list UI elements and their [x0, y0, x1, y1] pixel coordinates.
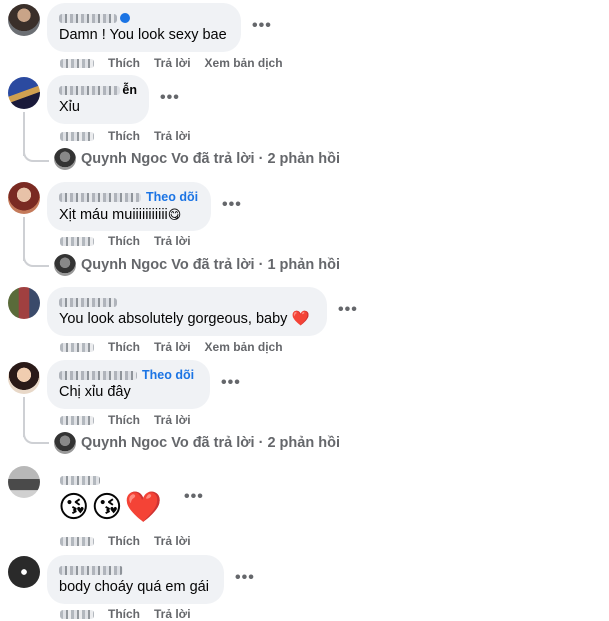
like-button[interactable]: Thích: [108, 56, 140, 70]
comment-text: Xịt máu muiiiiiiiiiii😋: [59, 207, 182, 223]
commenter-name[interactable]: [59, 562, 212, 578]
timestamp: [60, 131, 94, 141]
translate-button[interactable]: Xem bản dịch: [205, 340, 283, 354]
more-options-icon[interactable]: •••: [235, 569, 255, 587]
commenter-avatar[interactable]: [8, 556, 40, 588]
more-options-icon[interactable]: •••: [221, 374, 241, 392]
commenter-name[interactable]: Theo dõi: [59, 189, 199, 205]
replier-avatar[interactable]: [54, 148, 76, 170]
commenter-name[interactable]: [59, 10, 229, 26]
heart-emoji-icon: ❤️: [291, 311, 310, 327]
timestamp: [60, 236, 94, 246]
thread-connector: [23, 253, 49, 267]
reply-button[interactable]: Trả lời: [154, 413, 191, 427]
comment-bubble: ễn Xỉu: [47, 75, 149, 124]
kissing-face-emoji-icon: 😘: [91, 491, 123, 524]
like-button[interactable]: Thích: [108, 534, 140, 548]
thread-connector: [23, 430, 49, 444]
commenter-name[interactable]: Theo dõi: [59, 367, 198, 383]
commenter-avatar[interactable]: [8, 287, 40, 319]
like-button[interactable]: Thích: [108, 607, 140, 621]
timestamp: [60, 58, 94, 68]
commenter-avatar[interactable]: [8, 4, 40, 36]
timestamp: [60, 342, 94, 352]
more-options-icon[interactable]: •••: [222, 196, 242, 214]
comment-actions: Thích Trả lời: [60, 129, 205, 143]
thread-connector: [23, 148, 49, 162]
like-button[interactable]: Thích: [108, 129, 140, 143]
emoji-comment: 😘 😘 ❤️: [58, 490, 162, 526]
more-options-icon[interactable]: •••: [160, 89, 180, 107]
comment-bubble: Theo dõi Xịt máu muiiiiiiiiiii😋: [47, 182, 211, 231]
more-options-icon[interactable]: •••: [252, 17, 272, 35]
replier-avatar[interactable]: [54, 432, 76, 454]
more-options-icon[interactable]: •••: [338, 301, 358, 319]
comment-actions: Thích Trả lời Xem bản dịch: [60, 340, 297, 354]
comment-actions: Thích Trả lời: [60, 234, 205, 248]
reply-button[interactable]: Trả lời: [154, 56, 191, 70]
reply-button[interactable]: Trả lời: [154, 534, 191, 548]
follow-button[interactable]: Theo dõi: [142, 368, 194, 382]
comment-text: Damn ! You look sexy bae: [59, 27, 227, 43]
comment-actions: Thích Trả lời: [60, 607, 205, 621]
timestamp: [60, 415, 94, 425]
kissing-face-emoji-icon: 😘: [58, 491, 90, 524]
more-options-icon[interactable]: •••: [184, 488, 204, 506]
comment-bubble: You look absolutely gorgeous, baby ❤️: [47, 287, 327, 336]
verified-badge-icon: [120, 13, 130, 23]
commenter-avatar[interactable]: [8, 182, 40, 214]
view-replies-link[interactable]: Quynh Ngoc Vo đã trả lời · 2 phản hồi: [81, 151, 340, 167]
commenter-name[interactable]: [59, 294, 315, 310]
timestamp: [60, 536, 94, 546]
like-button[interactable]: Thích: [108, 234, 140, 248]
commenter-avatar[interactable]: [8, 466, 40, 498]
comment-text: body choáy quá em gái: [59, 579, 209, 595]
comment-actions: Thích Trả lời: [60, 413, 205, 427]
comment-bubble: Theo dõi Chị xỉu đây: [47, 360, 210, 409]
comment-actions: Thích Trả lời: [60, 534, 205, 548]
like-button[interactable]: Thích: [108, 413, 140, 427]
commenter-avatar[interactable]: [8, 77, 40, 109]
reply-button[interactable]: Trả lời: [154, 129, 191, 143]
comment-bubble: Damn ! You look sexy bae: [47, 3, 241, 52]
comment-text: Xỉu: [59, 99, 80, 115]
view-replies-link[interactable]: Quynh Ngoc Vo đã trả lời · 1 phản hồi: [81, 257, 340, 273]
comment-text: Chị xỉu đây: [59, 384, 131, 400]
view-replies-link[interactable]: Quynh Ngoc Vo đã trả lời · 2 phản hồi: [81, 435, 340, 451]
heart-emoji-icon: ❤️: [124, 491, 162, 524]
like-button[interactable]: Thích: [108, 340, 140, 354]
reply-button[interactable]: Trả lời: [154, 607, 191, 621]
commenter-name[interactable]: [60, 472, 100, 488]
comment-bubble: body choáy quá em gái: [47, 555, 224, 604]
comment-text: You look absolutely gorgeous, baby ❤️: [59, 311, 310, 327]
reply-button[interactable]: Trả lời: [154, 234, 191, 248]
tongue-out-emoji-icon: 😋: [167, 207, 182, 222]
replier-avatar[interactable]: [54, 254, 76, 276]
commenter-avatar[interactable]: [8, 362, 40, 394]
timestamp: [60, 609, 94, 619]
translate-button[interactable]: Xem bản dịch: [205, 56, 283, 70]
comment-actions: Thích Trả lời Xem bản dịch: [60, 56, 297, 70]
reply-button[interactable]: Trả lời: [154, 340, 191, 354]
commenter-name[interactable]: ễn: [59, 82, 137, 98]
follow-button[interactable]: Theo dõi: [146, 190, 198, 204]
name-fragment: ễn: [122, 83, 137, 97]
